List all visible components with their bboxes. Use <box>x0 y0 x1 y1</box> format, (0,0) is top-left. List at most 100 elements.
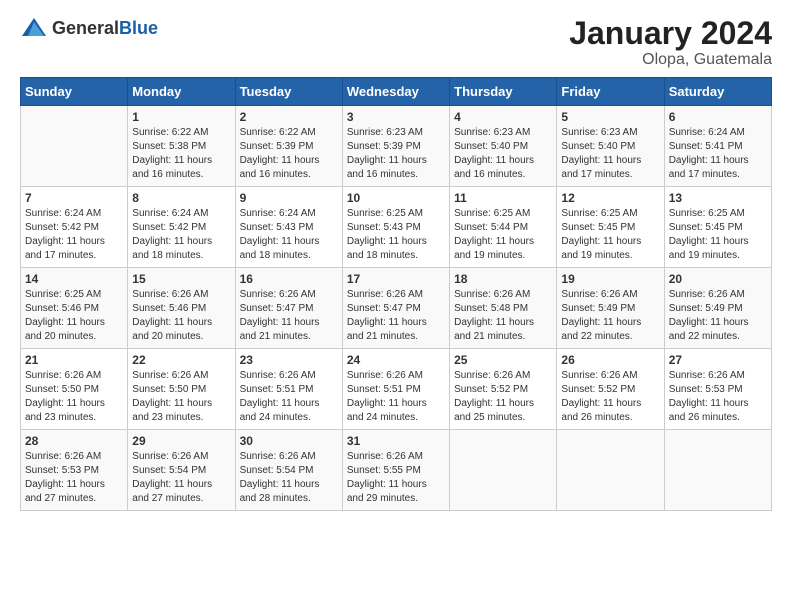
calendar-cell: 8 Sunrise: 6:24 AM Sunset: 5:42 PM Daylig… <box>128 187 235 268</box>
day-info: Sunrise: 6:23 AM Sunset: 5:40 PM Dayligh… <box>561 126 659 182</box>
calendar-cell: 13Sunrise: 6:25 AM Sunset: 5:45 PM Dayli… <box>664 187 771 268</box>
calendar-cell: 7 Sunrise: 6:24 AM Sunset: 5:42 PM Daylig… <box>21 187 128 268</box>
day-number: 23 <box>240 353 338 367</box>
day-number: 10 <box>347 191 445 205</box>
day-number: 15 <box>132 272 230 286</box>
day-number: 30 <box>240 434 338 448</box>
day-info: Sunrise: 6:26 AM Sunset: 5:47 PM Dayligh… <box>347 288 445 344</box>
day-info: Sunrise: 6:26 AM Sunset: 5:53 PM Dayligh… <box>669 369 767 425</box>
calendar-cell: 24Sunrise: 6:26 AM Sunset: 5:51 PM Dayli… <box>342 349 449 430</box>
calendar-cell <box>557 430 664 511</box>
day-header-thursday: Thursday <box>450 78 557 106</box>
day-info: Sunrise: 6:24 AM Sunset: 5:42 PM Dayligh… <box>25 207 123 263</box>
calendar-cell: 11Sunrise: 6:25 AM Sunset: 5:44 PM Dayli… <box>450 187 557 268</box>
day-number: 18 <box>454 272 552 286</box>
day-number: 3 <box>347 110 445 124</box>
calendar-cell: 10 Sunrise: 6:25 AM Sunset: 5:43 PM Dayli… <box>342 187 449 268</box>
day-number: 4 <box>454 110 552 124</box>
day-number: 21 <box>25 353 123 367</box>
day-number: 25 <box>454 353 552 367</box>
day-header-saturday: Saturday <box>664 78 771 106</box>
day-number: 19 <box>561 272 659 286</box>
day-number: 1 <box>132 110 230 124</box>
day-info: Sunrise: 6:26 AM Sunset: 5:49 PM Dayligh… <box>669 288 767 344</box>
day-info: Sunrise: 6:24 AM Sunset: 5:41 PM Dayligh… <box>669 126 767 182</box>
day-info: Sunrise: 6:26 AM Sunset: 5:55 PM Dayligh… <box>347 450 445 506</box>
logo-blue: Blue <box>119 18 158 38</box>
calendar-cell: 3 Sunrise: 6:23 AM Sunset: 5:39 PM Daylig… <box>342 106 449 187</box>
logo-general: General <box>52 18 119 38</box>
day-info: Sunrise: 6:26 AM Sunset: 5:50 PM Dayligh… <box>132 369 230 425</box>
calendar-cell <box>21 106 128 187</box>
day-info: Sunrise: 6:25 AM Sunset: 5:46 PM Dayligh… <box>25 288 123 344</box>
day-number: 6 <box>669 110 767 124</box>
calendar-table: SundayMondayTuesdayWednesdayThursdayFrid… <box>20 77 772 511</box>
title-section: January 2024 Olopa, Guatemala <box>569 16 772 69</box>
day-number: 8 <box>132 191 230 205</box>
calendar-cell: 26Sunrise: 6:26 AM Sunset: 5:52 PM Dayli… <box>557 349 664 430</box>
logo: GeneralBlue <box>20 16 158 40</box>
day-number: 7 <box>25 191 123 205</box>
calendar-cell: 12Sunrise: 6:25 AM Sunset: 5:45 PM Dayli… <box>557 187 664 268</box>
calendar-cell: 30 Sunrise: 6:26 AM Sunset: 5:54 PM Dayli… <box>235 430 342 511</box>
calendar-cell: 20 Sunrise: 6:26 AM Sunset: 5:49 PM Dayli… <box>664 268 771 349</box>
calendar-cell: 6 Sunrise: 6:24 AM Sunset: 5:41 PM Daylig… <box>664 106 771 187</box>
day-info: Sunrise: 6:24 AM Sunset: 5:42 PM Dayligh… <box>132 207 230 263</box>
logo-text: GeneralBlue <box>52 18 158 39</box>
day-header-monday: Monday <box>128 78 235 106</box>
day-number: 17 <box>347 272 445 286</box>
day-info: Sunrise: 6:22 AM Sunset: 5:39 PM Dayligh… <box>240 126 338 182</box>
day-number: 20 <box>669 272 767 286</box>
day-number: 29 <box>132 434 230 448</box>
calendar-cell <box>664 430 771 511</box>
calendar-cell: 14Sunrise: 6:25 AM Sunset: 5:46 PM Dayli… <box>21 268 128 349</box>
day-header-wednesday: Wednesday <box>342 78 449 106</box>
day-info: Sunrise: 6:23 AM Sunset: 5:40 PM Dayligh… <box>454 126 552 182</box>
day-info: Sunrise: 6:23 AM Sunset: 5:39 PM Dayligh… <box>347 126 445 182</box>
calendar-cell: 5 Sunrise: 6:23 AM Sunset: 5:40 PM Daylig… <box>557 106 664 187</box>
day-number: 16 <box>240 272 338 286</box>
day-info: Sunrise: 6:26 AM Sunset: 5:52 PM Dayligh… <box>454 369 552 425</box>
day-number: 24 <box>347 353 445 367</box>
day-header-tuesday: Tuesday <box>235 78 342 106</box>
week-row-5: 28 Sunrise: 6:26 AM Sunset: 5:53 PM Dayli… <box>21 430 772 511</box>
day-number: 2 <box>240 110 338 124</box>
calendar-cell: 29 Sunrise: 6:26 AM Sunset: 5:54 PM Dayli… <box>128 430 235 511</box>
day-info: Sunrise: 6:26 AM Sunset: 5:46 PM Dayligh… <box>132 288 230 344</box>
week-row-3: 14Sunrise: 6:25 AM Sunset: 5:46 PM Dayli… <box>21 268 772 349</box>
day-info: Sunrise: 6:26 AM Sunset: 5:54 PM Dayligh… <box>240 450 338 506</box>
calendar-cell: 18Sunrise: 6:26 AM Sunset: 5:48 PM Dayli… <box>450 268 557 349</box>
calendar-cell <box>450 430 557 511</box>
logo-icon <box>20 16 48 40</box>
calendar-cell: 28 Sunrise: 6:26 AM Sunset: 5:53 PM Dayli… <box>21 430 128 511</box>
day-info: Sunrise: 6:26 AM Sunset: 5:52 PM Dayligh… <box>561 369 659 425</box>
calendar-cell: 1 Sunrise: 6:22 AM Sunset: 5:38 PM Daylig… <box>128 106 235 187</box>
calendar-header-row: SundayMondayTuesdayWednesdayThursdayFrid… <box>21 78 772 106</box>
day-header-sunday: Sunday <box>21 78 128 106</box>
day-number: 5 <box>561 110 659 124</box>
calendar-cell: 27 Sunrise: 6:26 AM Sunset: 5:53 PM Dayli… <box>664 349 771 430</box>
day-number: 28 <box>25 434 123 448</box>
day-number: 27 <box>669 353 767 367</box>
main-title: January 2024 <box>569 16 772 51</box>
calendar-cell: 2 Sunrise: 6:22 AM Sunset: 5:39 PM Daylig… <box>235 106 342 187</box>
day-info: Sunrise: 6:26 AM Sunset: 5:50 PM Dayligh… <box>25 369 123 425</box>
calendar-cell: 22Sunrise: 6:26 AM Sunset: 5:50 PM Dayli… <box>128 349 235 430</box>
calendar-cell: 19 Sunrise: 6:26 AM Sunset: 5:49 PM Dayli… <box>557 268 664 349</box>
calendar-cell: 15 Sunrise: 6:26 AM Sunset: 5:46 PM Dayli… <box>128 268 235 349</box>
day-number: 31 <box>347 434 445 448</box>
day-info: Sunrise: 6:26 AM Sunset: 5:54 PM Dayligh… <box>132 450 230 506</box>
day-number: 13 <box>669 191 767 205</box>
day-info: Sunrise: 6:26 AM Sunset: 5:51 PM Dayligh… <box>240 369 338 425</box>
day-number: 9 <box>240 191 338 205</box>
subtitle: Olopa, Guatemala <box>569 51 772 69</box>
week-row-1: 1 Sunrise: 6:22 AM Sunset: 5:38 PM Daylig… <box>21 106 772 187</box>
day-info: Sunrise: 6:25 AM Sunset: 5:43 PM Dayligh… <box>347 207 445 263</box>
day-info: Sunrise: 6:25 AM Sunset: 5:45 PM Dayligh… <box>561 207 659 263</box>
day-info: Sunrise: 6:26 AM Sunset: 5:49 PM Dayligh… <box>561 288 659 344</box>
day-info: Sunrise: 6:22 AM Sunset: 5:38 PM Dayligh… <box>132 126 230 182</box>
calendar-cell: 23 Sunrise: 6:26 AM Sunset: 5:51 PM Dayli… <box>235 349 342 430</box>
day-info: Sunrise: 6:26 AM Sunset: 5:47 PM Dayligh… <box>240 288 338 344</box>
day-info: Sunrise: 6:26 AM Sunset: 5:53 PM Dayligh… <box>25 450 123 506</box>
calendar-cell: 17 Sunrise: 6:26 AM Sunset: 5:47 PM Dayli… <box>342 268 449 349</box>
